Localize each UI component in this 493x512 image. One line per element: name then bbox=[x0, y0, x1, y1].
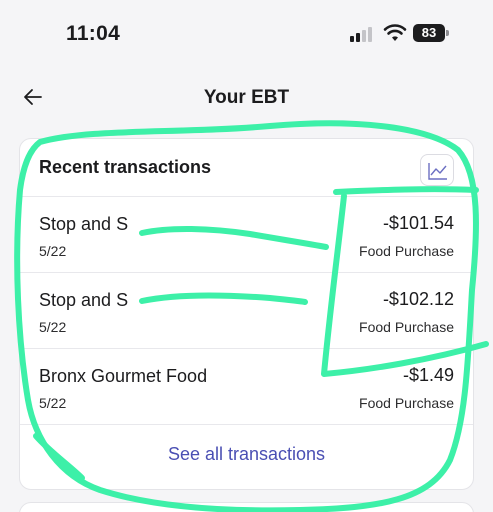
card-header: Recent transactions bbox=[20, 139, 473, 197]
wifi-icon bbox=[383, 24, 407, 41]
see-all-transactions-link[interactable]: See all transactions bbox=[20, 425, 473, 483]
nav-header: Your EBT bbox=[0, 72, 493, 122]
transaction-merchant: Bronx Gourmet Food bbox=[39, 366, 208, 386]
transaction-type: Food Purchase bbox=[359, 319, 454, 335]
transaction-row[interactable]: Stop and S 5/22 -$102.12 Food Purchase bbox=[20, 273, 473, 349]
battery-level: 83 bbox=[421, 25, 437, 40]
page-title: Your EBT bbox=[203, 87, 290, 108]
transaction-merchant: Stop and S bbox=[39, 214, 129, 234]
transaction-row[interactable]: Bronx Gourmet Food 5/22 -$1.49 Food Purc… bbox=[20, 349, 473, 425]
next-card bbox=[19, 502, 474, 512]
transaction-amount: -$1.49 bbox=[402, 365, 454, 385]
battery-icon: 83 bbox=[413, 24, 445, 42]
transaction-date: 5/22 bbox=[39, 395, 67, 411]
transaction-merchant: Stop and S bbox=[39, 290, 129, 310]
cellular-signal-icon bbox=[350, 26, 376, 42]
card-title: Recent transactions bbox=[39, 157, 212, 177]
transaction-type: Food Purchase bbox=[359, 395, 454, 411]
chart-button[interactable] bbox=[420, 154, 454, 186]
transaction-type: Food Purchase bbox=[359, 243, 454, 259]
transaction-amount: -$102.12 bbox=[382, 289, 454, 309]
status-time: 11:04 bbox=[66, 22, 121, 45]
recent-transactions-card: Recent transactions Stop and S 5/22 -$10… bbox=[19, 138, 474, 490]
line-chart-icon bbox=[428, 163, 447, 180]
transaction-row[interactable]: Stop and S 5/22 -$101.54 Food Purchase bbox=[20, 197, 473, 273]
battery-tip bbox=[446, 30, 449, 36]
status-bar: 11:04 83 bbox=[0, 0, 493, 66]
transaction-date: 5/22 bbox=[39, 243, 67, 259]
transaction-amount: -$101.54 bbox=[382, 213, 454, 233]
transaction-date: 5/22 bbox=[39, 319, 67, 335]
